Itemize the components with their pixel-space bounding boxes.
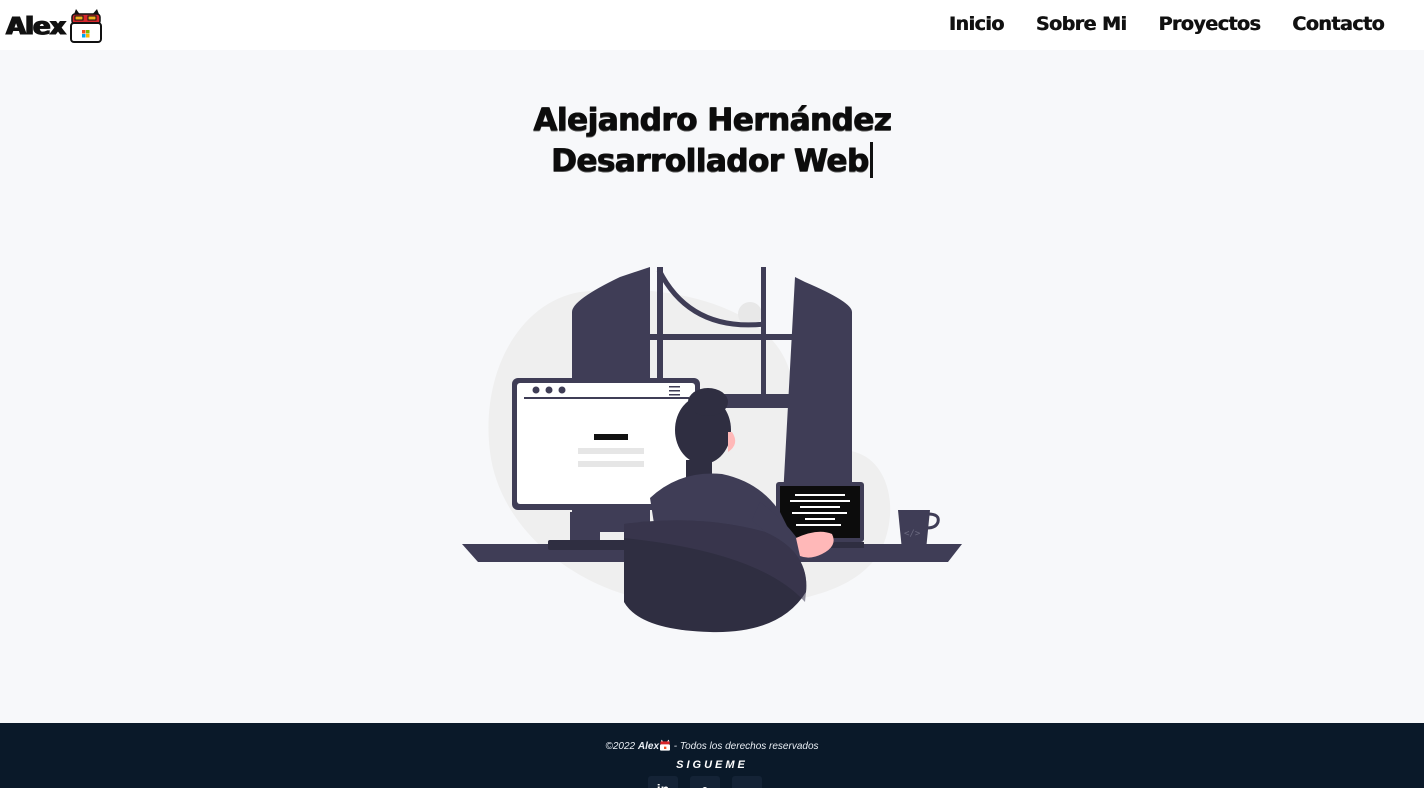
- site-footer: ©2022 Alex - Todos los derechos reservad…: [0, 723, 1424, 788]
- nav-link-inicio[interactable]: Inicio: [949, 13, 1004, 35]
- main-nav: Inicio Sobre Mi Proyectos Contacto: [949, 13, 1385, 35]
- mascot-mini-icon: [660, 739, 671, 751]
- email-icon[interactable]: ▬: [732, 776, 762, 788]
- mug-code-label: </>: [904, 529, 921, 539]
- typing-cursor: [870, 142, 874, 178]
- developer-illustration: </>: [462, 267, 962, 633]
- footer-brand: Alex: [637, 741, 660, 752]
- mascot-logo-icon: [70, 9, 103, 43]
- linkedin-icon[interactable]: in: [648, 776, 678, 788]
- logo-text: Alex: [6, 12, 66, 42]
- logo-link[interactable]: Alex: [6, 9, 103, 45]
- copyright-text: - Todos los derechos reservados: [673, 741, 819, 752]
- hero-role: Desarrollador Web: [0, 142, 1424, 179]
- copyright-year: ©2022: [605, 741, 636, 752]
- nav-link-sobre-mi[interactable]: Sobre Mi: [1036, 13, 1127, 35]
- site-header: Alex Inicio Sobre Mi Proyectos Contacto: [0, 0, 1424, 50]
- hero-name: Alejandro Hernández: [533, 102, 891, 138]
- copyright-line: ©2022 Alex - Todos los derechos reservad…: [0, 739, 1424, 752]
- nav-link-proyectos[interactable]: Proyectos: [1158, 13, 1260, 35]
- nav-link-contacto[interactable]: Contacto: [1292, 13, 1384, 35]
- github-icon[interactable]: ●: [690, 776, 720, 788]
- social-links: in ● ▬: [648, 776, 762, 788]
- hero-role-text: Desarrollador Web: [550, 143, 869, 179]
- follow-heading: SIGUEME: [676, 759, 748, 771]
